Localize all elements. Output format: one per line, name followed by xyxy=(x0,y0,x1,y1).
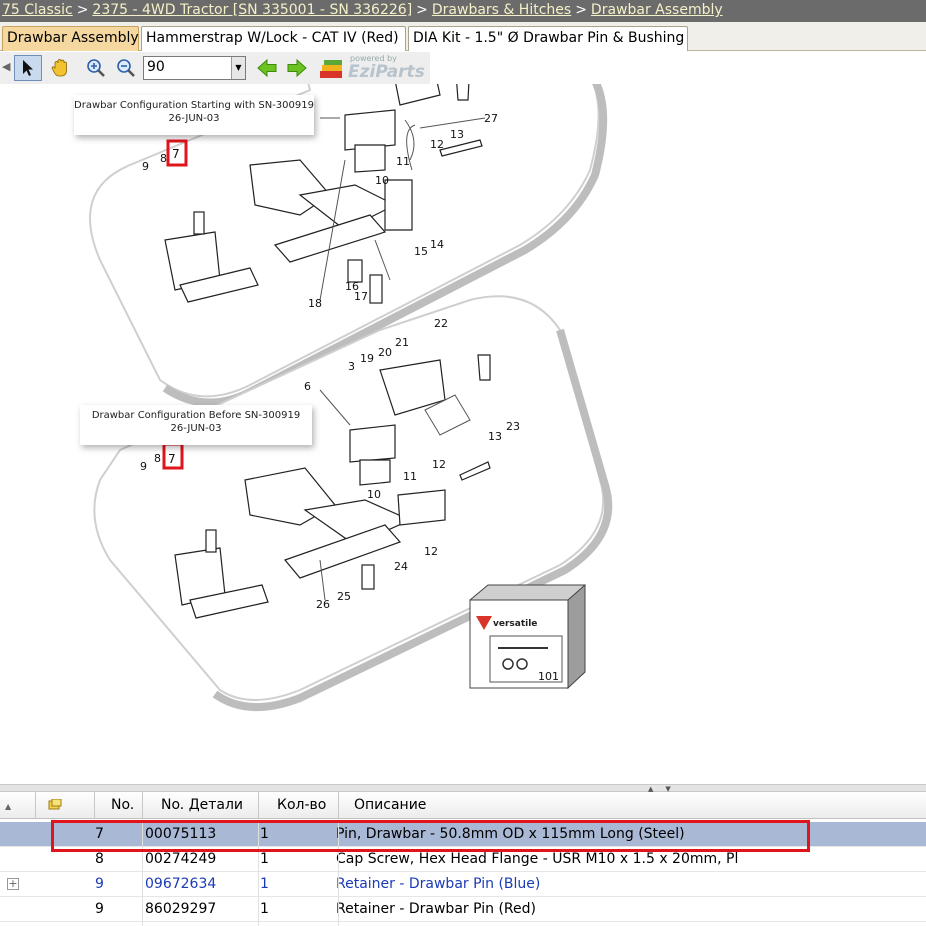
svg-text:12: 12 xyxy=(432,458,446,471)
breadcrumb-separator: > xyxy=(416,2,428,18)
callout-bottom-title: Drawbar Configuration Before SN-300919 xyxy=(91,410,301,421)
tab-hammerstrap[interactable]: Hammerstrap W/Lock - CAT IV (Red) xyxy=(141,26,406,51)
logo-brand-text: EziParts xyxy=(348,62,425,82)
svg-text:8: 8 xyxy=(160,152,167,165)
box-brand-text: versatile xyxy=(493,619,537,629)
note-column-header[interactable] xyxy=(36,792,95,819)
row-part-number: 86029297 xyxy=(145,901,217,917)
svg-text:23: 23 xyxy=(506,420,520,433)
zoom-in-button[interactable] xyxy=(82,55,110,81)
row-description: Retainer - Drawbar Pin (Blue) xyxy=(336,876,541,892)
svg-text:12: 12 xyxy=(424,545,438,558)
svg-text:12: 12 xyxy=(430,138,444,151)
svg-text:22: 22 xyxy=(434,317,448,330)
zoom-select[interactable]: 90 ▼ xyxy=(143,56,246,80)
breadcrumb-link-model[interactable]: 75 Classic xyxy=(2,2,73,18)
select-tool-button[interactable] xyxy=(14,55,42,81)
selected-row-highlight xyxy=(51,820,810,852)
svg-text:24: 24 xyxy=(394,560,408,573)
callout-top-title: Drawbar Configuration Starting with SN-3… xyxy=(74,100,314,111)
chevron-down-icon[interactable]: ▼ xyxy=(231,57,245,79)
parts-diagram[interactable]: 42713 121110 9814 151617 18 7 xyxy=(0,84,926,784)
table-row[interactable]: + 9 09672634 1 Retainer - Drawbar Pin (B… xyxy=(0,872,926,897)
svg-text:20: 20 xyxy=(378,346,392,359)
svg-text:8: 8 xyxy=(154,452,161,465)
row-no: 9 xyxy=(95,901,104,917)
svg-text:25: 25 xyxy=(337,590,351,603)
row-qty: 1 xyxy=(260,901,269,917)
column-header-part-number[interactable]: No. Детали xyxy=(143,792,259,819)
viewer-toolbar: ◀ 90 ▼ powered by EziParts xyxy=(0,52,430,84)
callout-config-top: Drawbar Configuration Starting with SN-3… xyxy=(74,95,314,135)
svg-text:10: 10 xyxy=(375,174,389,187)
zoom-value: 90 xyxy=(147,59,165,75)
breadcrumb-separator: > xyxy=(76,2,89,18)
svg-text:15: 15 xyxy=(414,245,428,258)
tab-bar: Drawbar Assembly Hammerstrap W/Lock - CA… xyxy=(0,22,926,51)
svg-text:19: 19 xyxy=(360,352,374,365)
svg-text:7: 7 xyxy=(168,452,176,466)
svg-text:7: 7 xyxy=(172,147,180,161)
forward-button[interactable] xyxy=(283,55,311,81)
svg-text:26: 26 xyxy=(316,598,330,611)
back-button[interactable] xyxy=(253,55,281,81)
svg-text:14: 14 xyxy=(430,238,444,251)
svg-text:27: 27 xyxy=(484,112,498,125)
callout-bottom-date: 26-JUN-03 xyxy=(170,423,222,434)
column-header-description[interactable]: Описание xyxy=(339,792,926,819)
zoom-out-button[interactable] xyxy=(112,55,140,81)
svg-text:11: 11 xyxy=(396,155,410,168)
row-description: Retainer - Drawbar Pin (Red) xyxy=(336,901,536,917)
svg-text:3: 3 xyxy=(348,360,355,373)
svg-text:11: 11 xyxy=(403,470,417,483)
breadcrumb-link-tractor[interactable]: 2375 - 4WD Tractor [SN 335001 - SN 33622… xyxy=(92,2,412,18)
grid-header: ▲ No. No. Детали Кол-во Описание xyxy=(0,792,926,819)
tab-drawbar-assembly[interactable]: Drawbar Assembly xyxy=(2,26,139,51)
expand-icon[interactable]: + xyxy=(7,878,19,890)
row-qty: 1 xyxy=(260,876,269,892)
breadcrumb: 75 Classic >2375 - 4WD Tractor [SN 335001… xyxy=(0,0,926,22)
svg-text:6: 6 xyxy=(304,380,311,393)
svg-text:18: 18 xyxy=(308,297,322,310)
sort-icon[interactable]: ▲ xyxy=(0,792,36,819)
breadcrumb-separator: > xyxy=(575,2,587,18)
row-no: 9 xyxy=(95,876,104,892)
svg-text:13: 13 xyxy=(488,430,502,443)
parts-catalog-window: 75 Classic >2375 - 4WD Tractor [SN 335001… xyxy=(0,0,926,926)
svg-text:9: 9 xyxy=(142,160,149,173)
svg-text:21: 21 xyxy=(395,336,409,349)
arrow-left-icon xyxy=(257,58,277,78)
svg-text:10: 10 xyxy=(367,488,381,501)
table-row[interactable]: 9 86029297 1 Retainer - Drawbar Pin (Red… xyxy=(0,897,926,922)
panel-splitter[interactable]: ▲▼ xyxy=(0,784,926,793)
note-icon xyxy=(48,798,62,810)
eziparts-logo: powered by EziParts xyxy=(318,54,428,82)
svg-text:13: 13 xyxy=(450,128,464,141)
tab-dia-kit[interactable]: DIA Kit - 1.5" Ø Drawbar Pin & Bushing xyxy=(408,26,688,51)
kit-box-101: versatile 101 xyxy=(469,583,586,690)
pan-tool-button[interactable] xyxy=(46,55,74,81)
svg-text:17: 17 xyxy=(354,290,368,303)
column-header-qty[interactable]: Кол-во xyxy=(259,792,339,819)
zoom-in-icon xyxy=(87,59,105,77)
column-header-no[interactable]: No. xyxy=(95,792,143,819)
hand-icon xyxy=(51,59,67,77)
breadcrumb-link-drawbars[interactable]: Drawbars & Hitches xyxy=(432,2,571,18)
scroll-left-icon[interactable]: ◀ xyxy=(2,60,10,73)
breadcrumb-link-drawbar-assembly[interactable]: Drawbar Assembly xyxy=(591,2,723,18)
parts-grid: ▲ No. No. Детали Кол-во Описание 7 00075… xyxy=(0,792,926,926)
books-icon xyxy=(320,60,342,78)
row-part-number: 09672634 xyxy=(145,876,217,892)
callout-top-date: 26-JUN-03 xyxy=(168,113,220,124)
zoom-out-icon xyxy=(117,59,135,77)
arrow-right-icon xyxy=(287,58,307,78)
svg-text:9: 9 xyxy=(140,460,147,473)
box-number-text: 101 xyxy=(538,670,559,683)
callout-config-bottom: Drawbar Configuration Before SN-300919 2… xyxy=(80,405,312,445)
pointer-icon xyxy=(23,60,33,76)
